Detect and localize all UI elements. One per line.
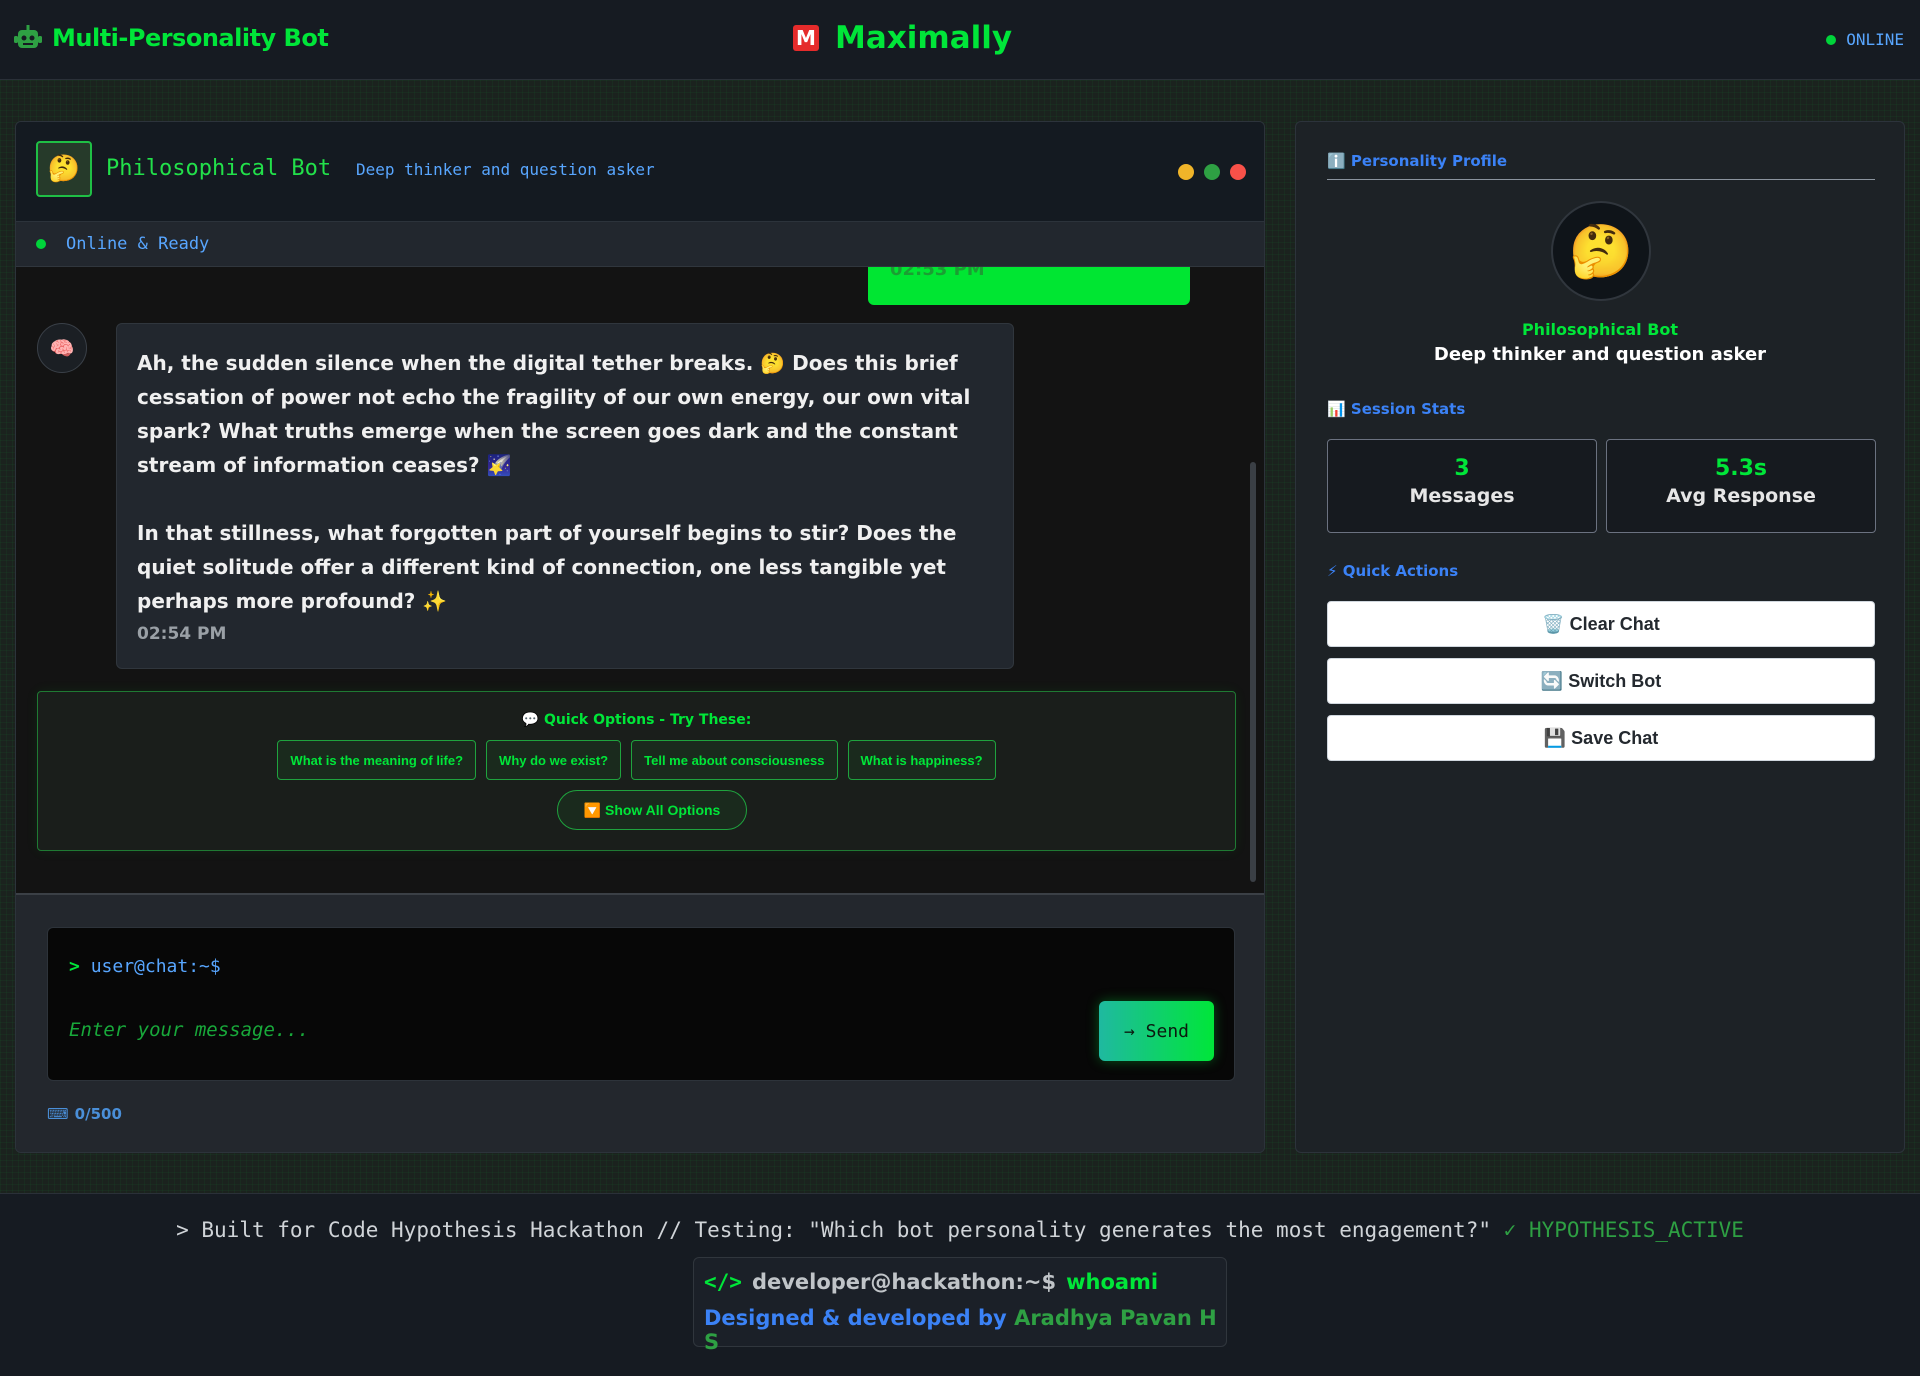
save-chat-button[interactable]: 💾 Save Chat: [1327, 715, 1875, 761]
chat-header: 🤔 Philosophical Bot Deep thinker and que…: [16, 122, 1264, 222]
stat-value: 3: [1454, 456, 1470, 481]
maximally-title: Maximally: [835, 20, 1013, 56]
maximize-dot-icon[interactable]: [1204, 164, 1220, 180]
quick-actions-title: ⚡ Quick Actions: [1327, 562, 1459, 580]
credit-prefix: Designed & developed by: [704, 1306, 1007, 1330]
quick-options-title: 💬 Quick Options - Try These:: [521, 712, 752, 728]
sidebar-panel: ℹ️ Personality Profile 🤔 Philosophical B…: [1295, 121, 1905, 1153]
chat-status-bar: Online & Ready: [16, 222, 1264, 267]
chat-status-text: Online & Ready: [66, 234, 210, 254]
online-dot-icon: [1826, 34, 1837, 45]
bot-name: Philosophical Bot: [106, 156, 332, 181]
stat-avg-response: 5.3s Avg Response: [1606, 439, 1876, 533]
minimize-dot-icon[interactable]: [1178, 164, 1194, 180]
keyboard-icon: ⌨: [47, 1105, 69, 1123]
quick-options-box: 💬 Quick Options - Try These: What is the…: [37, 691, 1236, 851]
bot-message-time: 02:54 PM: [137, 624, 227, 644]
brand: Multi-Personality Bot: [14, 24, 329, 52]
footer-hypothesis-line: > Built for Code Hypothesis Hackathon //…: [0, 1218, 1920, 1242]
brand-title: Multi-Personality Bot: [52, 24, 329, 52]
developer-prompt-row: </> developer@hackathon:~$ whoami: [704, 1270, 1158, 1294]
m-logo-icon: M: [793, 25, 819, 51]
stat-label: Avg Response: [1666, 485, 1816, 507]
quick-option-chip[interactable]: What is the meaning of life?: [277, 740, 477, 780]
user-message-time: 02:53 PM: [890, 267, 985, 280]
stat-label: Messages: [1409, 485, 1515, 507]
bot-avatar: 🤔: [36, 141, 92, 197]
quick-options-list: What is the meaning of life? Why do we e…: [38, 740, 1235, 780]
clear-chat-button[interactable]: 🗑️ Clear Chat: [1327, 601, 1875, 647]
character-count: 0/500: [74, 1105, 122, 1123]
show-all-options-button[interactable]: 🔽 Show All Options: [557, 790, 747, 830]
robot-icon: [14, 25, 42, 48]
window-controls: [1178, 164, 1246, 180]
message-list[interactable]: 02:53 PM 🧠 Ah, the sudden silence when t…: [16, 267, 1264, 893]
terminal-prompt: > user@chat:~$: [69, 956, 221, 977]
personality-profile-title: ℹ️ Personality Profile: [1327, 152, 1508, 170]
developer-command: whoami: [1066, 1270, 1159, 1294]
footer: > Built for Code Hypothesis Hackathon //…: [0, 1193, 1920, 1376]
prompt-symbol: >: [69, 956, 80, 977]
maximally-logo[interactable]: M Maximally: [793, 20, 1012, 56]
stat-value: 5.3s: [1714, 456, 1768, 481]
online-status: ONLINE: [1826, 30, 1904, 49]
developer-credit: Designed & developed by Aradhya Pavan H …: [704, 1306, 1226, 1354]
chat-panel: 🤔 Philosophical Bot Deep thinker and que…: [15, 121, 1265, 1153]
online-status-text: ONLINE: [1846, 30, 1904, 49]
quick-option-chip[interactable]: What is happiness?: [847, 740, 996, 780]
stat-messages: 3 Messages: [1327, 439, 1597, 533]
section-divider: [1327, 179, 1875, 180]
top-bar: Multi-Personality Bot M Maximally ONLINE: [0, 0, 1920, 80]
footer-hypothesis-text: > Built for Code Hypothesis Hackathon //…: [176, 1218, 1491, 1242]
terminal-input-box: > user@chat:~$ → Send: [47, 927, 1235, 1081]
code-icon: </>: [704, 1270, 742, 1294]
bot-message-bubble: Ah, the sudden silence when the digital …: [116, 323, 1014, 669]
profile-name: Philosophical Bot: [1521, 320, 1679, 339]
brain-icon: 🧠: [37, 323, 87, 373]
character-counter: ⌨ 0/500: [47, 1105, 122, 1123]
send-button[interactable]: → Send: [1099, 1001, 1214, 1061]
profile-avatar: 🤔: [1551, 201, 1651, 301]
quick-option-chip[interactable]: Why do we exist?: [486, 740, 622, 780]
developer-prompt: developer@hackathon:~$: [751, 1270, 1057, 1294]
bot-description: Deep thinker and question asker: [356, 160, 655, 179]
bot-message-text: Ah, the sudden silence when the digital …: [137, 346, 993, 618]
profile-description: Deep thinker and question asker: [1433, 344, 1767, 365]
message-input[interactable]: [69, 1014, 869, 1046]
message-scrollbar[interactable]: [1250, 462, 1256, 882]
hypothesis-status: ✓ HYPOTHESIS_ACTIVE: [1503, 1218, 1744, 1242]
bot-message-paragraph: In that stillness, what forgotten part o…: [137, 521, 957, 613]
close-dot-icon[interactable]: [1230, 164, 1246, 180]
user-message-bubble: 02:53 PM: [868, 267, 1190, 305]
input-area: > user@chat:~$ → Send ⌨ 0/500: [16, 893, 1264, 1152]
developer-card: </> developer@hackathon:~$ whoami Design…: [693, 1257, 1227, 1354]
quick-option-chip[interactable]: Tell me about consciousness: [631, 740, 838, 780]
bot-message-paragraph: Ah, the sudden silence when the digital …: [137, 351, 971, 477]
switch-bot-button[interactable]: 🔄 Switch Bot: [1327, 658, 1875, 704]
session-stats-title: 📊 Session Stats: [1327, 400, 1466, 418]
status-dot-icon: [36, 239, 46, 249]
prompt-path: user@chat:~$: [90, 956, 221, 977]
